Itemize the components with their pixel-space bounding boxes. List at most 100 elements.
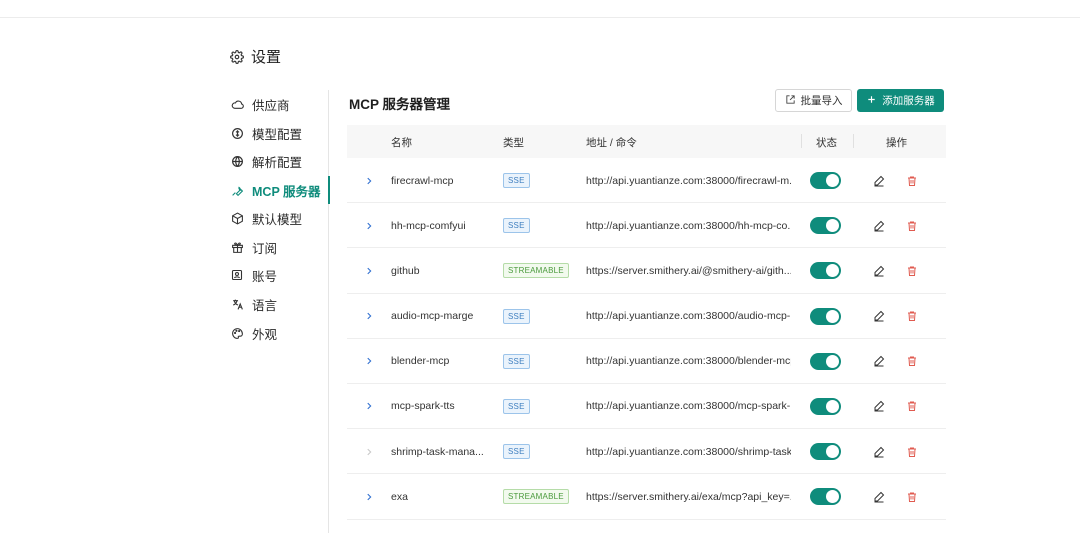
server-address: https://server.smithery.ai/@smithery-ai/…: [586, 264, 791, 277]
import-icon: [785, 94, 796, 108]
server-type-badge: SSE: [503, 398, 530, 414]
sidebar-item-parse-config[interactable]: 解析配置: [230, 147, 329, 175]
status-toggle[interactable]: [810, 443, 841, 461]
sidebar-item-label: 订阅: [252, 241, 278, 256]
status-toggle[interactable]: [810, 217, 841, 235]
delete-button[interactable]: [904, 294, 920, 339]
server-type-cell: SSE: [503, 203, 530, 248]
expand-row-button[interactable]: [361, 248, 377, 293]
column-divider: [801, 134, 802, 148]
status-toggle[interactable]: [810, 172, 841, 189]
chevron-right-icon: [367, 403, 372, 410]
active-indicator: [328, 176, 330, 204]
table-row: hh-mcp-comfyui SSE http://api.yuantianze…: [347, 203, 946, 249]
edit-button[interactable]: [871, 158, 887, 203]
status-toggle[interactable]: [810, 307, 841, 325]
sidebar-item-label: 语言: [252, 298, 278, 313]
expand-row-button[interactable]: [361, 294, 377, 339]
globe-icon: [230, 154, 244, 168]
expand-row-button[interactable]: [361, 474, 377, 519]
chevron-right-icon: [367, 493, 372, 501]
column-divider: [853, 134, 854, 148]
edit-button[interactable]: [871, 294, 887, 339]
server-name: audio-mcp-marge: [391, 310, 474, 323]
settings-sidebar: 供应商 模型配置 解析配置 MCP 服务器 默认模型 订阅 账号 语言 外观: [230, 90, 330, 533]
expand-row-button[interactable]: [361, 203, 377, 248]
add-server-label: 添加服务器: [882, 95, 935, 107]
table-header: 名称 类型 地址 / 命令 状态 操作: [347, 125, 946, 158]
delete-button[interactable]: [904, 429, 920, 474]
server-name: blender-mcp: [391, 355, 450, 368]
server-type-badge: STREAMABLE: [503, 263, 569, 279]
mcp-server-table: 名称 类型 地址 / 命令 状态 操作 firecrawl-mcp SSE ht…: [347, 125, 946, 520]
translate-icon: [230, 297, 244, 311]
delete-button[interactable]: [904, 474, 920, 519]
sidebar-item-label: 默认模型: [252, 212, 303, 227]
server-type-badge: SSE: [503, 353, 530, 369]
edit-button[interactable]: [871, 429, 887, 474]
expand-row-button[interactable]: [361, 384, 377, 429]
batch-import-button[interactable]: 批量导入: [775, 89, 852, 112]
sidebar-item-mcp-server[interactable]: MCP 服务器: [230, 176, 329, 204]
trash-icon: [908, 221, 916, 231]
column-status: 状态: [816, 137, 837, 149]
server-name: mcp-spark-tts: [391, 400, 455, 413]
add-server-button[interactable]: 添加服务器: [857, 89, 944, 112]
chevron-right-icon: [367, 312, 372, 320]
sidebar-item-subscription[interactable]: 订阅: [230, 233, 329, 261]
server-type-badge: SSE: [503, 444, 530, 460]
sidebar-item-default-model[interactable]: 默认模型: [230, 204, 329, 232]
delete-button[interactable]: [904, 158, 920, 203]
cloud-icon: [230, 97, 244, 111]
status-toggle[interactable]: [810, 397, 841, 415]
table-row: exa STREAMABLE https://server.smithery.a…: [347, 474, 946, 520]
trash-icon: [908, 447, 916, 457]
section-title: MCP 服务器管理: [349, 97, 451, 112]
table-row: audio-mcp-marge SSE http://api.yuantianz…: [347, 294, 946, 339]
edit-button[interactable]: [871, 339, 887, 384]
expand-row-button[interactable]: [361, 158, 377, 203]
sidebar-item-language[interactable]: 语言: [230, 290, 329, 318]
delete-button[interactable]: [904, 203, 920, 248]
sidebar-item-provider[interactable]: 供应商: [230, 90, 329, 118]
trash-icon: [908, 356, 916, 367]
top-bar: [0, 0, 1080, 18]
edit-icon: [874, 401, 885, 412]
status-toggle[interactable]: [810, 488, 841, 506]
status-toggle-cell: [810, 294, 841, 339]
edit-icon: [874, 491, 885, 503]
trash-icon: [908, 176, 916, 186]
table-row: shrimp-task-mana... SSE http://api.yuant…: [347, 429, 946, 475]
delete-button[interactable]: [904, 248, 920, 293]
edit-icon: [874, 265, 885, 277]
status-toggle[interactable]: [810, 262, 841, 280]
edit-button[interactable]: [871, 203, 887, 248]
status-toggle[interactable]: [810, 352, 841, 370]
expand-row-button[interactable]: [361, 429, 377, 474]
expand-row-button[interactable]: [361, 339, 377, 384]
edit-icon: [874, 356, 885, 367]
trash-icon: [908, 401, 916, 412]
page-header: 设置: [230, 46, 281, 67]
sidebar-item-label: 解析配置: [252, 155, 303, 170]
status-toggle-cell: [810, 339, 841, 384]
delete-button[interactable]: [904, 339, 920, 384]
sidebar-item-account[interactable]: 账号: [230, 261, 329, 289]
edit-button[interactable]: [871, 474, 887, 519]
sidebar-item-model-config[interactable]: 模型配置: [230, 119, 329, 147]
edit-icon: [874, 220, 885, 232]
gift-icon: [230, 240, 244, 254]
server-type-cell: SSE: [503, 339, 530, 384]
server-type-cell: SSE: [503, 384, 530, 429]
table-row: firecrawl-mcp SSE http://api.yuantianze.…: [347, 158, 946, 204]
edit-button[interactable]: [871, 384, 887, 429]
table-row: blender-mcp SSE http://api.yuantianze.co…: [347, 339, 946, 384]
server-type-cell: STREAMABLE: [503, 248, 569, 293]
chevron-right-icon: [367, 357, 372, 365]
status-toggle-cell: [810, 248, 841, 293]
server-type-cell: SSE: [503, 294, 530, 339]
sidebar-item-appearance[interactable]: 外观: [230, 319, 329, 347]
edit-button[interactable]: [871, 248, 887, 293]
delete-button[interactable]: [904, 384, 920, 429]
server-name: firecrawl-mcp: [391, 174, 454, 187]
